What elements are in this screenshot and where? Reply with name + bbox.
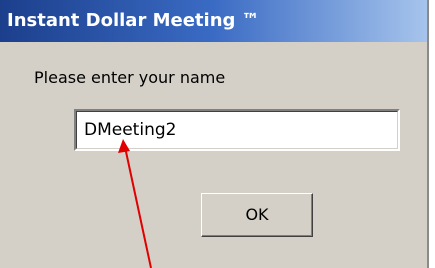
annotation-arrow-icon	[118, 139, 152, 268]
annotation-arrow-line	[124, 146, 152, 268]
annotation-arrow-head	[118, 139, 130, 153]
